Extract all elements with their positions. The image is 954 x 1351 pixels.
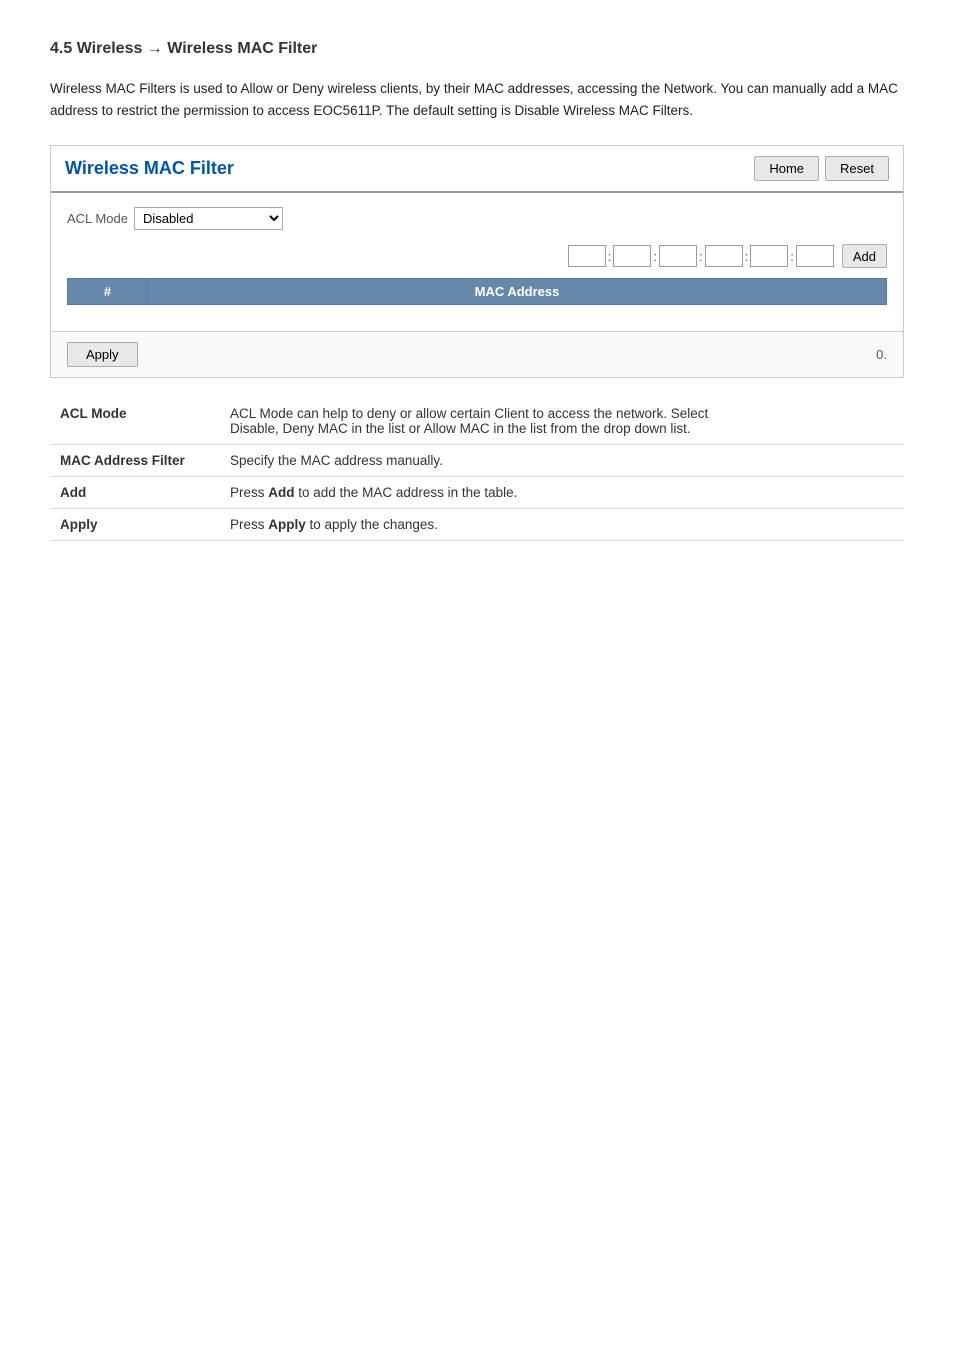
mac-octet-4[interactable]	[705, 245, 743, 267]
reset-button[interactable]: Reset	[825, 156, 889, 181]
info-row-add: Add Press Add to add the MAC address in …	[50, 477, 904, 509]
mac-octet-3[interactable]	[659, 245, 697, 267]
acl-mode-row: ACL Mode Disabled Deny MAC in the list A…	[67, 207, 887, 230]
info-row-mac-filter: MAC Address Filter Specify the MAC addre…	[50, 445, 904, 477]
panel-header-buttons: Home Reset	[754, 156, 889, 181]
acl-mode-label: ACL Mode	[67, 211, 128, 226]
table-col-hash: #	[68, 279, 148, 305]
info-def-add: Press Add to add the MAC address in the …	[220, 477, 904, 509]
apply-row: Apply 0.	[51, 331, 903, 377]
panel-title: Wireless MAC Filter	[65, 158, 234, 179]
mac-octet-5[interactable]	[750, 245, 788, 267]
wireless-mac-filter-panel: Wireless MAC Filter Home Reset ACL Mode …	[50, 145, 904, 378]
record-count: 0.	[876, 347, 887, 362]
apply-button[interactable]: Apply	[67, 342, 138, 367]
panel-header: Wireless MAC Filter Home Reset	[51, 146, 903, 193]
mac-input-row: : : : : : Add	[67, 244, 887, 268]
info-term-acl-mode: ACL Mode	[50, 398, 220, 445]
mac-octet-2[interactable]	[613, 245, 651, 267]
mac-sep-1: :	[608, 249, 612, 264]
mac-sep-3: :	[699, 249, 703, 264]
mac-sep-4: :	[745, 249, 749, 264]
info-term-add: Add	[50, 477, 220, 509]
acl-mode-select[interactable]: Disabled Deny MAC in the list Allow MAC …	[134, 207, 283, 230]
info-row-acl-mode: ACL Mode ACL Mode can help to deny or al…	[50, 398, 904, 445]
home-button[interactable]: Home	[754, 156, 819, 181]
table-col-mac: MAC Address	[148, 279, 887, 305]
info-term-mac-filter: MAC Address Filter	[50, 445, 220, 477]
info-term-apply: Apply	[50, 509, 220, 541]
add-button[interactable]: Add	[842, 244, 887, 268]
mac-sep-2: :	[653, 249, 657, 264]
info-row-apply: Apply Press Apply to apply the changes.	[50, 509, 904, 541]
info-table: ACL Mode ACL Mode can help to deny or al…	[50, 398, 904, 541]
page-description: Wireless MAC Filters is used to Allow or…	[50, 78, 904, 121]
page-heading: 4.5 Wireless → Wireless MAC Filter	[50, 40, 904, 58]
info-def-apply: Press Apply to apply the changes.	[220, 509, 904, 541]
info-def-acl-mode: ACL Mode can help to deny or allow certa…	[220, 398, 904, 445]
panel-body: ACL Mode Disabled Deny MAC in the list A…	[51, 193, 903, 331]
mac-address-table: # MAC Address	[67, 278, 887, 305]
mac-octet-6[interactable]	[796, 245, 834, 267]
info-def-mac-filter: Specify the MAC address manually.	[220, 445, 904, 477]
mac-sep-5: :	[790, 249, 794, 264]
mac-octet-1[interactable]	[568, 245, 606, 267]
